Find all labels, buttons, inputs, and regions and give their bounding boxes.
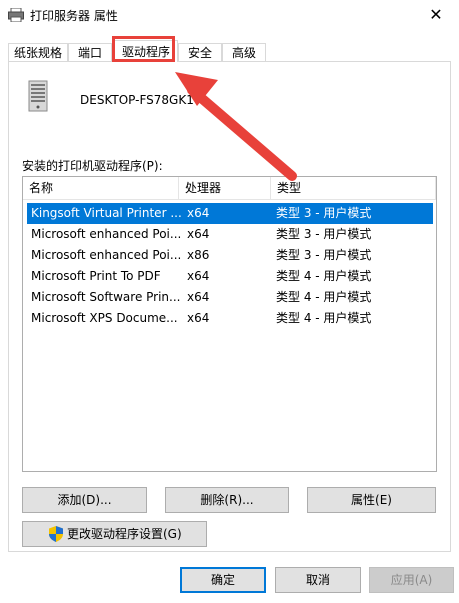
column-header-name[interactable]: 名称 [23, 177, 179, 199]
remove-button[interactable]: 删除(R)... [165, 487, 289, 513]
row-type: 类型 4 - 用户模式 [276, 311, 372, 325]
add-button[interactable]: 添加(D)... [22, 487, 147, 513]
row-type: 类型 4 - 用户模式 [276, 290, 372, 304]
drivers-list-label: 安装的打印机驱动程序(P): [22, 159, 163, 173]
printer-icon [8, 8, 24, 22]
title-bar: 打印服务器 属性 ✕ [0, 0, 459, 30]
row-type: 类型 4 - 用户模式 [276, 269, 372, 283]
row-name: Microsoft XPS Docume... [31, 311, 178, 325]
row-processor: x64 [187, 269, 210, 283]
table-row[interactable]: Microsoft Print To PDF x64 类型 4 - 用户模式 [27, 266, 433, 287]
change-settings-label: 更改驱动程序设置(G) [67, 527, 182, 541]
tab-paper-sizes[interactable]: 纸张规格 [8, 43, 68, 61]
row-type: 类型 3 - 用户模式 [276, 248, 372, 262]
row-processor: x64 [187, 227, 210, 241]
ok-button[interactable]: 确定 [180, 567, 266, 593]
server-name: DESKTOP-FS78GK1 [80, 93, 194, 107]
row-name: Microsoft Print To PDF [31, 269, 161, 283]
column-header-processor[interactable]: 处理器 [179, 177, 271, 199]
row-name: Microsoft Software Prin... [31, 290, 181, 304]
annotation-highlight-box [112, 36, 175, 62]
row-processor: x64 [187, 290, 210, 304]
table-row[interactable]: Microsoft enhanced Poi... x86 类型 3 - 用户模… [27, 245, 433, 266]
tab-security[interactable]: 安全 [178, 43, 222, 61]
table-row[interactable]: Microsoft enhanced Poi... x64 类型 3 - 用户模… [27, 224, 433, 245]
list-header: 名称 处理器 类型 [23, 177, 436, 200]
row-type: 类型 3 - 用户模式 [276, 206, 372, 220]
drivers-list[interactable]: 名称 处理器 类型 Kingsoft Virtual Printer ... x… [22, 176, 437, 472]
change-driver-settings-button[interactable]: 更改驱动程序设置(G) [22, 521, 207, 547]
table-row[interactable]: Microsoft XPS Docume... x64 类型 4 - 用户模式 [27, 308, 433, 329]
table-row[interactable]: Microsoft Software Prin... x64 类型 4 - 用户… [27, 287, 433, 308]
cancel-button[interactable]: 取消 [275, 567, 361, 593]
tab-strip: 纸张规格 端口 驱动程序 安全 高级 [8, 40, 451, 62]
tab-ports[interactable]: 端口 [68, 43, 112, 61]
tab-advanced[interactable]: 高级 [222, 43, 266, 61]
row-name: Microsoft enhanced Poi... [31, 227, 181, 241]
shield-icon [49, 526, 63, 542]
close-button[interactable]: ✕ [413, 0, 459, 30]
row-processor: x64 [187, 311, 210, 325]
properties-button[interactable]: 属性(E) [307, 487, 436, 513]
table-row[interactable]: Kingsoft Virtual Printer ... x64 类型 3 - … [27, 203, 433, 224]
column-header-type[interactable]: 类型 [271, 177, 436, 199]
apply-button[interactable]: 应用(A) [369, 567, 454, 593]
row-processor: x86 [187, 248, 210, 262]
close-icon: ✕ [429, 5, 443, 24]
row-name: Kingsoft Virtual Printer ... [31, 206, 181, 220]
row-processor: x64 [187, 206, 210, 220]
window-title: 打印服务器 属性 [30, 9, 118, 23]
row-type: 类型 3 - 用户模式 [276, 227, 372, 241]
server-icon [28, 80, 48, 112]
row-name: Microsoft enhanced Poi... [31, 248, 181, 262]
